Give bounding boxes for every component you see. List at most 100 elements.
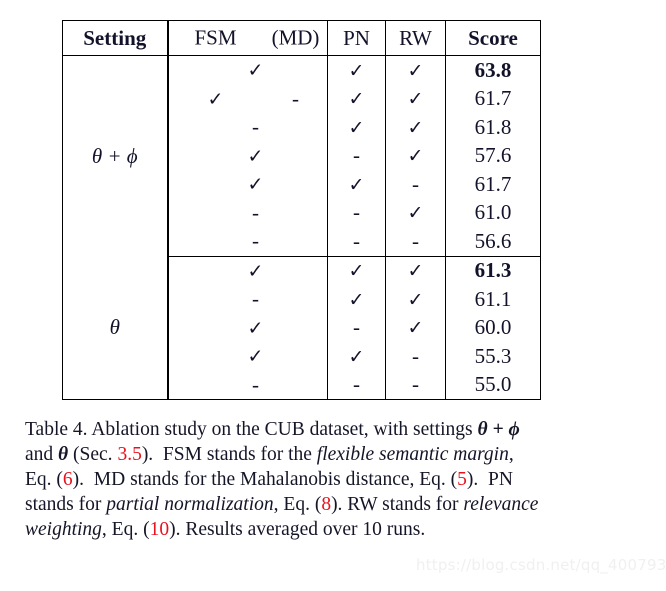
- fsm-md-cell: -: [167, 227, 328, 257]
- caption-text: ). RW stands for: [331, 494, 464, 515]
- caption-reference-link[interactable]: 8: [321, 494, 331, 515]
- rw-cell: ✓: [385, 256, 446, 285]
- fsm-md-mark: ✓: [247, 59, 264, 82]
- pn-mark: ✓: [348, 260, 365, 283]
- caption-line: stands for partial normalization, Eq. (8…: [25, 492, 639, 517]
- column-header-setting: Setting: [62, 20, 169, 56]
- rw-mark: ✓: [407, 88, 424, 111]
- rw-mark: ✓: [407, 317, 424, 340]
- pn-mark: -: [353, 315, 360, 340]
- rw-mark: ✓: [407, 116, 424, 139]
- score-cell: 60.0: [474, 315, 512, 340]
- pn-cell: -: [327, 141, 386, 170]
- fsm-md-mark: -: [252, 372, 259, 397]
- caption-line: Eq. (6). MD stands for the Mahalanobis d…: [25, 467, 639, 492]
- pn-mark: ✓: [348, 59, 365, 82]
- header-row: Setting FSM (MD) PN RW Score: [62, 20, 541, 56]
- fsm-md-mark: ✓: [247, 317, 264, 340]
- score-cell: 61.0: [474, 200, 512, 225]
- caption-symbol: θ: [58, 444, 69, 465]
- pn-mark: -: [353, 372, 360, 397]
- pn-mark: ✓: [348, 88, 365, 111]
- score-cell: 57.6: [474, 143, 512, 168]
- fsm-md-cell: -: [167, 370, 328, 400]
- column-header-rw: RW: [385, 20, 446, 56]
- pn-mark: ✓: [348, 288, 365, 311]
- rw-cell: ✓: [385, 285, 446, 314]
- pn-mark: -: [353, 228, 360, 253]
- rw-mark: ✓: [407, 202, 424, 225]
- pn-cell: -: [327, 313, 386, 342]
- caption-reference-link[interactable]: 10: [150, 519, 170, 540]
- pn-cell: -: [327, 198, 386, 227]
- caption-symbol: θ + ϕ: [477, 419, 520, 440]
- score-cell: 61.3: [474, 258, 512, 283]
- rw-cell: -: [385, 227, 446, 257]
- caption-text: , Eq. (: [273, 494, 322, 515]
- pn-cell: -: [327, 370, 386, 400]
- caption-term: flexible semantic margin: [316, 444, 509, 465]
- caption-line: and θ (Sec. 3.5). FSM stands for the fle…: [25, 442, 639, 467]
- caption-reference-link[interactable]: 5: [457, 469, 467, 490]
- caption-text: ). Results averaged over 10 runs.: [169, 519, 426, 540]
- pn-cell: ✓: [327, 170, 386, 199]
- score-cell: 56.6: [445, 227, 541, 257]
- fsm-md-cell: ✓ -: [167, 84, 328, 113]
- table-row: θ + ϕ ✓ ✓ ✓ 63.8: [62, 55, 541, 256]
- ablation-table: Setting FSM (MD) PN RW Score θ + ϕ ✓ ✓ ✓ 63.…: [62, 20, 541, 400]
- rw-mark: -: [412, 372, 419, 397]
- caption-term: weighting: [25, 519, 102, 540]
- rw-cell: ✓: [385, 198, 446, 227]
- fsm-md-mark: ✓: [247, 145, 264, 168]
- rw-cell: ✓: [385, 55, 446, 85]
- fsm-md-cell: ✓: [167, 313, 328, 342]
- pn-cell: -: [327, 227, 386, 257]
- caption-text: (Sec.: [68, 444, 118, 465]
- column-header-md-label: (MD): [271, 25, 320, 50]
- fsm-md-cell: ✓: [167, 342, 328, 371]
- pn-cell: ✓: [327, 113, 386, 142]
- setting-cell: θ + ϕ: [62, 55, 169, 256]
- caption-reference-link[interactable]: 3.5: [117, 444, 141, 465]
- caption-text: ,: [508, 444, 514, 465]
- column-header-fsm-label: FSM: [194, 25, 237, 50]
- rw-cell: ✓: [385, 313, 446, 342]
- fsm-md-mark: ✓: [247, 345, 264, 368]
- fsm-md-mark: ✓: [247, 173, 264, 196]
- caption-text: stands for: [25, 494, 107, 515]
- pn-mark: ✓: [348, 173, 365, 196]
- score-cell: 61.7: [474, 171, 512, 196]
- caption-reference-link[interactable]: 6: [63, 469, 73, 490]
- rw-cell: ✓: [385, 141, 446, 170]
- pn-mark: -: [353, 200, 360, 225]
- score-cell: 61.1: [474, 286, 512, 311]
- pn-cell: ✓: [327, 342, 386, 371]
- score-cell: 63.8: [474, 57, 512, 82]
- fsm-md-mark: -: [252, 200, 259, 225]
- rw-cell: ✓: [385, 113, 446, 142]
- score-cell: 55.0: [445, 370, 541, 400]
- table-caption: Table 4. Ablation study on the CUB datas…: [25, 417, 639, 542]
- score-cell: 61.7: [474, 86, 512, 111]
- fsm-mark: ✓: [207, 88, 224, 111]
- pn-cell: ✓: [327, 256, 386, 285]
- rw-mark: ✓: [407, 59, 424, 82]
- fsm-md-cell: ✓: [167, 141, 328, 170]
- fsm-md-mark: ✓: [247, 260, 264, 283]
- caption-text: ). PN: [466, 469, 513, 490]
- fsm-md-cell: ✓: [167, 170, 328, 199]
- fsm-md-cell: -: [167, 198, 328, 227]
- rw-mark: -: [412, 171, 419, 196]
- rw-cell: -: [385, 342, 446, 371]
- pn-cell: ✓: [327, 285, 386, 314]
- md-mark: -: [292, 86, 299, 111]
- caption-line: weighting, Eq. (10). Results averaged ov…: [25, 517, 639, 542]
- table-body: θ + ϕ ✓ ✓ ✓ 63.8 ✓ - ✓ ✓ 61.7- ✓ ✓ 61.8 ✓ - ✓ 57.6 ✓ ✓ -61.…: [62, 55, 541, 400]
- score-cell: 55.3: [474, 343, 512, 368]
- fsm-md-cell: ✓: [167, 256, 328, 285]
- watermark-text: https://blog.csdn.net/qq_40079310: [416, 556, 666, 574]
- caption-text: Table 4. Ablation study on the CUB datas…: [25, 419, 478, 440]
- rw-cell: ✓: [385, 84, 446, 113]
- rw-mark: ✓: [407, 260, 424, 283]
- rw-cell: -: [385, 370, 446, 400]
